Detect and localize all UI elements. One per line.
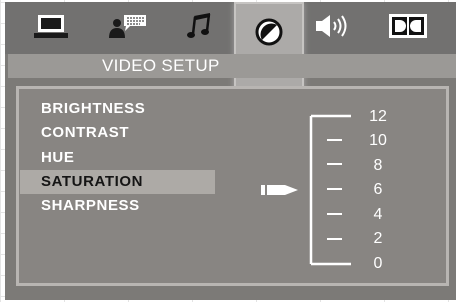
scale-label-6: 6 bbox=[373, 181, 383, 198]
setup-menu-osd: VIDEO SETUP BRIGHTNESS CONTRAST HUE SATU… bbox=[5, 2, 456, 300]
scale-label-0: 0 bbox=[373, 255, 383, 272]
scale-label-4: 4 bbox=[373, 206, 383, 223]
scale-label-12: 12 bbox=[369, 108, 387, 125]
scale-label-10: 10 bbox=[369, 132, 387, 149]
scale-label-8: 8 bbox=[373, 157, 383, 174]
scale-label-2: 2 bbox=[373, 230, 383, 247]
